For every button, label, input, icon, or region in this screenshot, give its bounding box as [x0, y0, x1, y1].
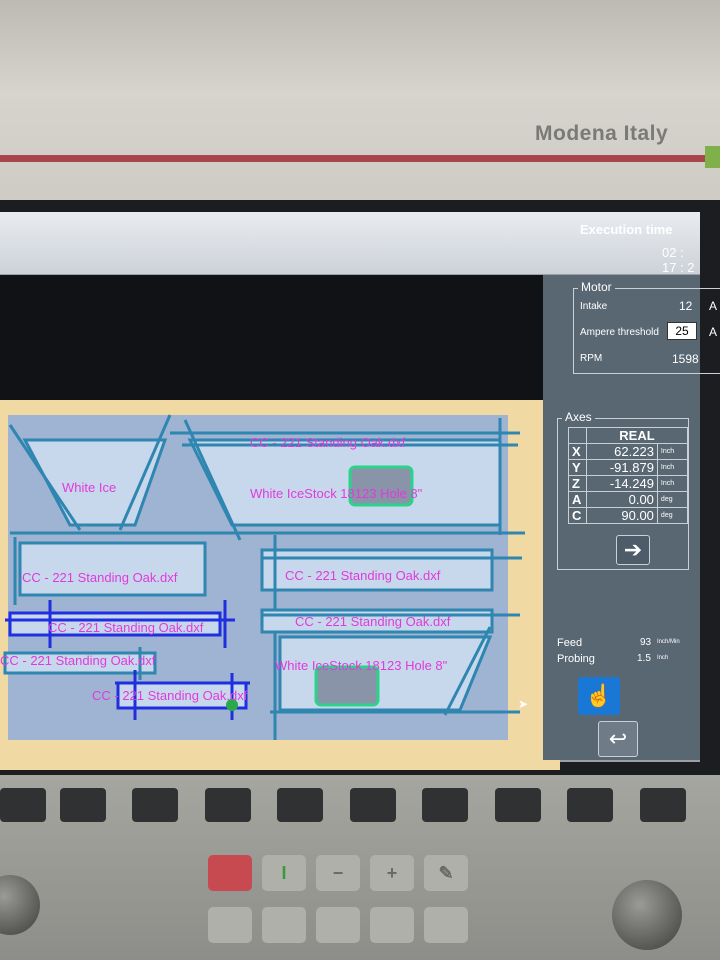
part-label: CC - 221 Standing Oak.dxf: [22, 570, 178, 585]
red-trim-line: [0, 155, 710, 162]
edit-button[interactable]: ✎: [424, 855, 468, 891]
side-panel: Motor Intake 12 A Ampere threshold 25 A …: [543, 275, 720, 760]
axis-value: 90.00: [585, 507, 658, 524]
part-label: CC - 221 Standing Oak.dxf: [295, 614, 451, 629]
part-right-3-shape: [278, 635, 493, 712]
machine-keypad: I − + ✎: [0, 775, 720, 960]
panel-button[interactable]: [262, 907, 306, 943]
nesting-drawing[interactable]: White Ice CC - 221 Standing Oak.dxf Whit…: [0, 275, 560, 740]
function-key[interactable]: [60, 788, 106, 822]
axis-unit: deg: [656, 491, 689, 508]
function-key[interactable]: [132, 788, 178, 822]
nesting-canvas[interactable]: White Ice CC - 221 Standing Oak.dxf Whit…: [0, 275, 560, 770]
real-header: REAL: [585, 427, 689, 444]
function-key[interactable]: [205, 788, 251, 822]
axes-table: REAL X 62.223 Inch Y -91.879 Inch Z -14.…: [568, 427, 689, 524]
axis-row-x: X 62.223 Inch: [568, 443, 689, 460]
part-label: CC - 221 Standing Oak.dxf: [250, 435, 406, 450]
axis-row-c: C 90.00 deg: [568, 507, 689, 524]
axis-unit: deg: [656, 507, 689, 524]
axis-unit: Inch: [656, 443, 689, 460]
green-indicator: [705, 146, 720, 168]
part-left-1-shape: [18, 541, 207, 597]
axis-row-a: A 0.00 deg: [568, 491, 689, 508]
ampere-threshold-unit: A: [709, 325, 718, 339]
back-button[interactable]: ↩: [598, 721, 638, 757]
arrow-right-circle-icon: ➔: [623, 537, 643, 562]
minus-button[interactable]: −: [316, 855, 360, 891]
probe-button[interactable]: ☝: [578, 677, 620, 715]
rpm-value: 1598: [672, 352, 699, 366]
axis-name: C: [568, 507, 587, 524]
panel-button[interactable]: [316, 907, 360, 943]
part-label: CC - 221 Standing Oak.dxf: [0, 653, 156, 668]
intake-label: Intake: [580, 301, 608, 312]
axis-value: 62.223: [585, 443, 658, 460]
part-label: White IceStock 18123 Hole 8": [250, 486, 423, 501]
panel-button[interactable]: [370, 907, 414, 943]
axis-value: 0.00: [585, 491, 658, 508]
stop-button[interactable]: [208, 855, 252, 891]
hand-pointer-icon: ☝: [585, 683, 613, 708]
execution-time-value: 02 : 17 : 2: [662, 245, 695, 275]
axis-name: X: [568, 443, 587, 460]
top-bar: Execution time 02 : 17 : 2: [0, 212, 700, 275]
execution-time-label: Execution time: [580, 222, 673, 237]
motor-group: Motor Intake 12 A Ampere threshold 25 A …: [573, 280, 720, 374]
go-button[interactable]: ➔: [616, 535, 650, 565]
part-top-right-shape: [187, 438, 502, 527]
axis-row-y: Y -91.879 Inch: [568, 459, 689, 476]
motor-title: Motor: [578, 280, 615, 294]
control-knob[interactable]: [612, 880, 682, 950]
function-key[interactable]: [495, 788, 541, 822]
mouse-cursor-icon: ➤: [518, 697, 528, 711]
function-key[interactable]: [0, 788, 46, 822]
axis-value: -14.249: [585, 475, 658, 492]
feed-unit: Inch/Min: [657, 639, 680, 645]
function-key[interactable]: [422, 788, 468, 822]
probing-unit: Inch: [657, 655, 669, 661]
axis-row-z: Z -14.249 Inch: [568, 475, 689, 492]
axis-name: Z: [568, 475, 587, 492]
ampere-threshold-label: Ampere threshold: [580, 327, 659, 338]
axis-unit: Inch: [656, 459, 689, 476]
axes-title: Axes: [562, 410, 595, 424]
function-key[interactable]: [277, 788, 323, 822]
axis-unit: Inch: [656, 475, 689, 492]
panel-button[interactable]: [424, 907, 468, 943]
function-key[interactable]: [640, 788, 686, 822]
rpm-label: RPM: [580, 353, 603, 364]
probing-value: 1.5: [637, 653, 651, 664]
axis-value: -91.879: [585, 459, 658, 476]
part-label: CC - 221 Standing Oak.dxf: [92, 688, 248, 703]
feed-value: 93: [640, 637, 652, 648]
part-label: White IceStock 18123 Hole 8": [275, 658, 448, 673]
ampere-threshold-input[interactable]: 25: [667, 322, 697, 340]
part-label: CC - 221 Standing Oak.dxf: [48, 620, 204, 635]
machine-bezel: Modena Italy: [0, 0, 720, 205]
panel-button[interactable]: [208, 907, 252, 943]
part-label: CC - 221 Standing Oak.dxf: [285, 568, 441, 583]
intake-value: 12: [679, 299, 693, 313]
intake-unit: A: [709, 299, 718, 313]
cnc-screen: Execution time 02 : 17 : 2 White Ice CC …: [0, 212, 720, 770]
start-button[interactable]: I: [262, 855, 306, 891]
function-key[interactable]: [350, 788, 396, 822]
feed-label: Feed: [557, 637, 583, 649]
plus-button[interactable]: +: [370, 855, 414, 891]
return-arrow-icon: ↩: [608, 726, 628, 751]
function-key[interactable]: [567, 788, 613, 822]
brand-label: Modena Italy: [535, 122, 669, 145]
axis-name: A: [568, 491, 587, 508]
control-knob[interactable]: [0, 875, 40, 935]
axis-name: Y: [568, 459, 587, 476]
probing-label: Probing: [557, 653, 595, 665]
axes-group: Axes REAL X 62.223 Inch Y -91.879 Inch Z…: [557, 410, 689, 570]
part-label: White Ice: [62, 480, 116, 495]
